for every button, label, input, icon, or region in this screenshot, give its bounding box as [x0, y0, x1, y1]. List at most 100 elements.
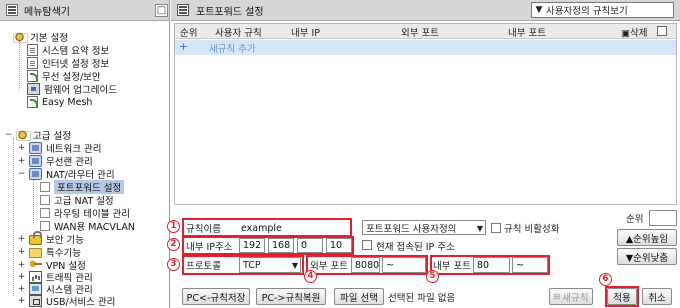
protocol-select[interactable]: TCP ▼ [239, 257, 301, 273]
internal-port-from-input[interactable]: 80 [473, 257, 510, 273]
sidebar-item-wlan[interactable]: + 무선랜 관리 [17, 155, 93, 168]
sidebar-header: 메뉴탐색기 [0, 0, 169, 21]
external-port-label: 외부 포트 [310, 261, 348, 272]
delete-all-checkbox[interactable] [657, 26, 667, 36]
gear-icon [16, 129, 31, 141]
internal-port-to-input[interactable]: ~ [512, 257, 548, 273]
disable-rule-checkbox[interactable] [491, 223, 501, 233]
page-icon [40, 182, 50, 192]
page-icon [40, 208, 50, 218]
file-select-button[interactable]: 파일 선택 [334, 288, 384, 305]
marker-5: 5 [426, 270, 439, 283]
sidebar-item-easy-mesh[interactable]: Easy Mesh [27, 96, 92, 108]
sidebar-item-security[interactable]: + 보안 기능 [17, 231, 84, 246]
sidebar-item-usb[interactable]: + USB/서비스 관리 [17, 295, 115, 308]
usb-icon [29, 295, 42, 307]
firmware-icon [27, 83, 40, 95]
port-forward-panel: 포트포워드 설정 ▼ 사용자정의 규칙보기 순위 사용자 규칙 내부 IP 외부… [167, 0, 680, 308]
sidebar-item-wireless-security[interactable]: 무선 설정/보안 [27, 70, 101, 83]
col-external-port: 외부 포트 [401, 28, 439, 39]
tree-group-basic[interactable]: 기본 설정 [13, 31, 68, 44]
sidebar-item-firmware-upgrade[interactable]: 펌웨어 업그레이드 [27, 83, 117, 96]
plus-icon: ⊞ [553, 292, 561, 301]
tree-connector [19, 40, 20, 90]
new-rule-button[interactable]: ⊞ 새규칙 [549, 288, 593, 305]
sidebar-item-network[interactable]: + 네트워크 관리 [17, 142, 101, 155]
pc-restore-rules-button[interactable]: PC->규칙복원 [256, 288, 326, 305]
protocol-label: 프로토콜 [186, 261, 221, 272]
marker-2: 2 [167, 238, 180, 251]
tree-connector [33, 178, 34, 223]
expand-icon[interactable]: + [17, 296, 26, 306]
system-icon [29, 283, 42, 295]
chart-icon [29, 271, 42, 283]
delete-icon: ▣ [621, 28, 630, 39]
disable-rule-label: 규칙 비활성화 [504, 224, 560, 235]
page-icon [40, 221, 50, 231]
cancel-button[interactable]: 취소 [642, 288, 672, 305]
expand-icon[interactable]: + [17, 272, 26, 282]
collapse-icon[interactable]: − [17, 169, 26, 179]
chevron-down-icon: ▼ [535, 5, 543, 15]
sidebar-item-advanced-nat[interactable]: 고급 NAT 설정 [40, 194, 114, 207]
ip-octet-2[interactable]: 168 [268, 238, 294, 253]
table-header: 순위 사용자 규칙 내부 IP 외부 포트 내부 포트 ▣삭제 [175, 24, 676, 39]
network-icon [29, 142, 42, 154]
chevron-down-icon: ▼ [291, 261, 298, 270]
collapse-icon[interactable]: − [4, 130, 13, 140]
external-port-from-input[interactable]: 8080 [351, 257, 380, 273]
sidebar-item-special[interactable]: + 특수기능 [17, 246, 81, 259]
expand-icon[interactable]: + [17, 234, 26, 244]
priority-down-button[interactable]: ▼순위낮춤 [617, 248, 677, 265]
ip-octet-1[interactable]: 192 [239, 238, 265, 253]
apply-button[interactable]: 적용 [607, 288, 637, 305]
lock-icon [29, 231, 42, 245]
sidebar-item-system-summary[interactable]: 시스템 요약 정보 [27, 44, 109, 57]
page-title: 포트포워드 설정 [196, 6, 264, 18]
sidebar-close-button[interactable]: □ [155, 4, 168, 17]
expand-icon[interactable]: + [17, 260, 26, 270]
external-port-to-input[interactable]: ~ [382, 257, 426, 273]
col-user-rule: 사용자 규칙 [215, 28, 262, 39]
rule-type-select[interactable]: 포트포워드 사용자정의 ▼ [362, 220, 486, 235]
add-rule-row[interactable]: + 새규칙 추가 [175, 40, 676, 55]
router-icon [29, 168, 42, 180]
gear-icon [13, 31, 28, 43]
current-ip-checkbox[interactable] [362, 240, 372, 250]
sidebar-item-routing-table[interactable]: 라우팅 테이블 관리 [40, 207, 130, 220]
sidebar-item-wan-macvlan[interactable]: WAN용 MACVLAN [40, 220, 135, 233]
menu-explorer-sidebar: 메뉴탐색기 □ 기본 설정 시스템 요약 정보 인터넷 설정 정보 무선 설정/… [0, 0, 170, 308]
expand-icon[interactable]: + [17, 247, 26, 257]
tree-group-advanced[interactable]: − 고급 설정 [4, 129, 71, 142]
ip-octet-3[interactable]: 0 [297, 238, 323, 253]
sidebar-item-internet-info[interactable]: 인터넷 설정 정보 [27, 57, 109, 70]
rule-name-input[interactable]: example [238, 221, 350, 235]
page-icon [40, 195, 50, 205]
expand-icon[interactable]: + [17, 143, 26, 153]
col-delete: ▣삭제 [621, 28, 648, 39]
internal-port-label: 내부 포트 [433, 261, 471, 272]
key-icon [29, 259, 42, 271]
ip-octet-4[interactable]: 10 [326, 238, 352, 253]
plus-icon: + [179, 40, 189, 53]
page-icon [27, 44, 38, 56]
priority-up-button[interactable]: ▲순위높임 [617, 229, 677, 246]
page-icon [27, 57, 38, 69]
sidebar-item-port-forward[interactable]: 포트포워드 설정 [40, 180, 125, 194]
priority-input[interactable] [649, 210, 677, 226]
tree-connector [13, 138, 14, 296]
expand-icon[interactable]: + [17, 156, 26, 166]
chevron-down-icon: ▼ [476, 224, 483, 233]
rule-name-label: 규칙이름 [186, 224, 221, 235]
file-status-text: 선택된 파일 없음 [388, 293, 456, 304]
marker-4: 4 [304, 270, 317, 283]
marker-6: 6 [599, 273, 612, 286]
pc-save-rules-button[interactable]: PC<-규칙저장 [182, 288, 250, 305]
folder-icon [29, 248, 42, 258]
col-internal-ip: 내부 IP [291, 28, 321, 39]
sidebar-item-nat[interactable]: − NAT/라우터 관리 [17, 168, 115, 181]
rule-table: 순위 사용자 규칙 내부 IP 외부 포트 내부 포트 ▣삭제 + 새규칙 추가 [174, 23, 677, 205]
wifi-icon [27, 70, 38, 82]
rule-view-select[interactable]: ▼ 사용자정의 규칙보기 [531, 2, 674, 18]
expand-icon[interactable]: + [17, 284, 26, 294]
